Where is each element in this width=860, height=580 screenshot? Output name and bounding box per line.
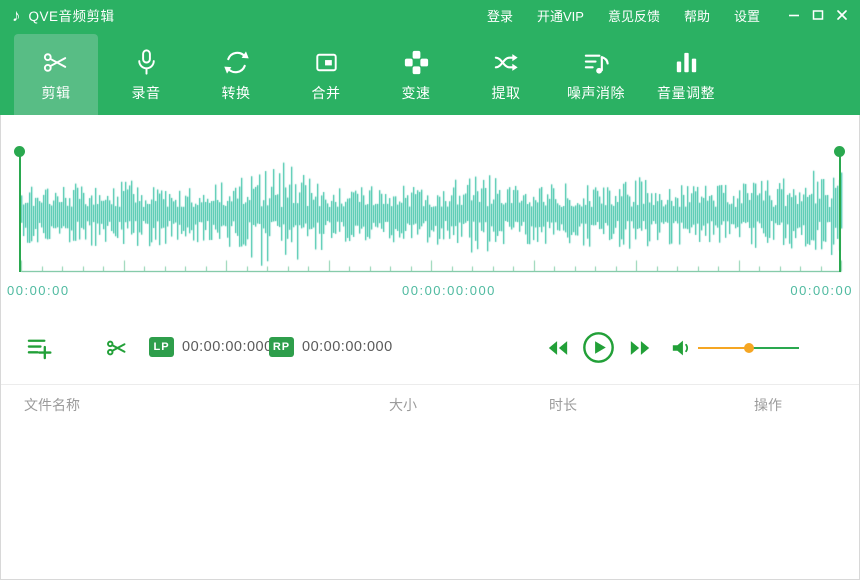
control-bar: LP 00:00:00:000 RP 00:00:00:000 bbox=[1, 312, 859, 383]
music-note-icon: ♪ bbox=[12, 7, 21, 24]
shuffle-extract-icon bbox=[491, 47, 522, 78]
fast-forward-button[interactable] bbox=[629, 338, 651, 363]
speaker-button[interactable] bbox=[671, 337, 693, 364]
toolbar: 剪辑 录音 转换 bbox=[0, 30, 860, 115]
marker-stem bbox=[19, 152, 21, 272]
file-table-header: 文件名称 大小 时长 操作 bbox=[1, 384, 859, 420]
tab-convert[interactable]: 转换 bbox=[194, 34, 278, 115]
speed-dpad-icon bbox=[401, 47, 432, 78]
rewind-icon bbox=[547, 338, 569, 358]
volume-slider[interactable] bbox=[698, 342, 799, 354]
tab-label: 合并 bbox=[312, 83, 341, 103]
volume-track-filled bbox=[698, 347, 749, 349]
playlist-add-icon bbox=[26, 334, 53, 361]
fast-forward-icon bbox=[629, 338, 651, 358]
volume-bars-icon bbox=[671, 47, 702, 78]
timeline-start-time: 00:00:00 bbox=[7, 283, 70, 298]
tab-label: 剪辑 bbox=[42, 83, 71, 103]
minimize-icon[interactable] bbox=[782, 0, 806, 30]
menu-feedback[interactable]: 意见反馈 bbox=[608, 6, 660, 25]
tab-volume-adjust[interactable]: 音量调整 bbox=[644, 34, 728, 115]
add-file-button[interactable] bbox=[26, 334, 53, 366]
column-size: 大小 bbox=[389, 395, 417, 415]
left-trim-marker[interactable] bbox=[14, 146, 26, 272]
microphone-icon bbox=[131, 47, 162, 78]
right-trim-marker[interactable] bbox=[834, 146, 846, 272]
tab-merge[interactable]: 合并 bbox=[284, 34, 368, 115]
titlebar-menu: 登录 开通VIP 意见反馈 帮助 设置 bbox=[487, 6, 760, 25]
right-point-badge: RP bbox=[269, 337, 294, 357]
right-point-time: 00:00:00:000 bbox=[302, 339, 393, 355]
timeline-end-time: 00:00:00 bbox=[790, 283, 853, 298]
waveform-panel: 00:00:00 00:00:00:000 00:00:00 bbox=[1, 117, 859, 312]
scissors-icon bbox=[41, 47, 72, 78]
maximize-icon[interactable] bbox=[806, 0, 830, 30]
window-controls bbox=[782, 0, 854, 30]
convert-arrows-icon bbox=[221, 47, 252, 78]
volume-thumb[interactable] bbox=[744, 343, 754, 353]
marker-stem bbox=[839, 152, 841, 272]
left-point-time: 00:00:00:000 bbox=[182, 339, 273, 355]
menu-vip[interactable]: 开通VIP bbox=[537, 6, 584, 25]
app-window: ♪ QVE音频剪辑 登录 开通VIP 意见反馈 帮助 设置 bbox=[0, 0, 860, 580]
app-title: QVE音频剪辑 bbox=[29, 5, 115, 25]
close-icon[interactable] bbox=[830, 0, 854, 30]
tab-label: 变速 bbox=[402, 83, 431, 103]
scissors-icon bbox=[105, 336, 129, 360]
tab-label: 提取 bbox=[492, 83, 521, 103]
tab-label: 录音 bbox=[132, 83, 161, 103]
tab-noise-removal[interactable]: 噪声消除 bbox=[554, 34, 638, 115]
tab-label: 噪声消除 bbox=[567, 83, 625, 103]
tab-edit[interactable]: 剪辑 bbox=[14, 34, 98, 115]
rewind-button[interactable] bbox=[547, 338, 569, 363]
tab-extract[interactable]: 提取 bbox=[464, 34, 548, 115]
column-operation: 操作 bbox=[754, 395, 782, 415]
merge-icon bbox=[311, 47, 342, 78]
column-duration: 时长 bbox=[549, 395, 577, 415]
tab-speed[interactable]: 变速 bbox=[374, 34, 458, 115]
column-filename: 文件名称 bbox=[24, 395, 80, 415]
menu-login[interactable]: 登录 bbox=[487, 6, 513, 25]
titlebar: ♪ QVE音频剪辑 登录 开通VIP 意见反馈 帮助 设置 bbox=[0, 0, 860, 30]
menu-help[interactable]: 帮助 bbox=[684, 6, 710, 25]
tab-label: 音量调整 bbox=[657, 83, 715, 103]
file-list bbox=[1, 420, 859, 578]
cut-button[interactable] bbox=[105, 336, 129, 365]
left-point-badge: LP bbox=[149, 337, 174, 357]
speaker-icon bbox=[671, 337, 693, 359]
playlist-note-icon bbox=[581, 47, 612, 78]
timeline-middle-time: 00:00:00:000 bbox=[402, 283, 496, 298]
menu-settings[interactable]: 设置 bbox=[734, 6, 760, 25]
tab-label: 转换 bbox=[222, 83, 251, 103]
tab-record[interactable]: 录音 bbox=[104, 34, 188, 115]
play-icon bbox=[582, 331, 615, 364]
play-button[interactable] bbox=[582, 331, 615, 369]
